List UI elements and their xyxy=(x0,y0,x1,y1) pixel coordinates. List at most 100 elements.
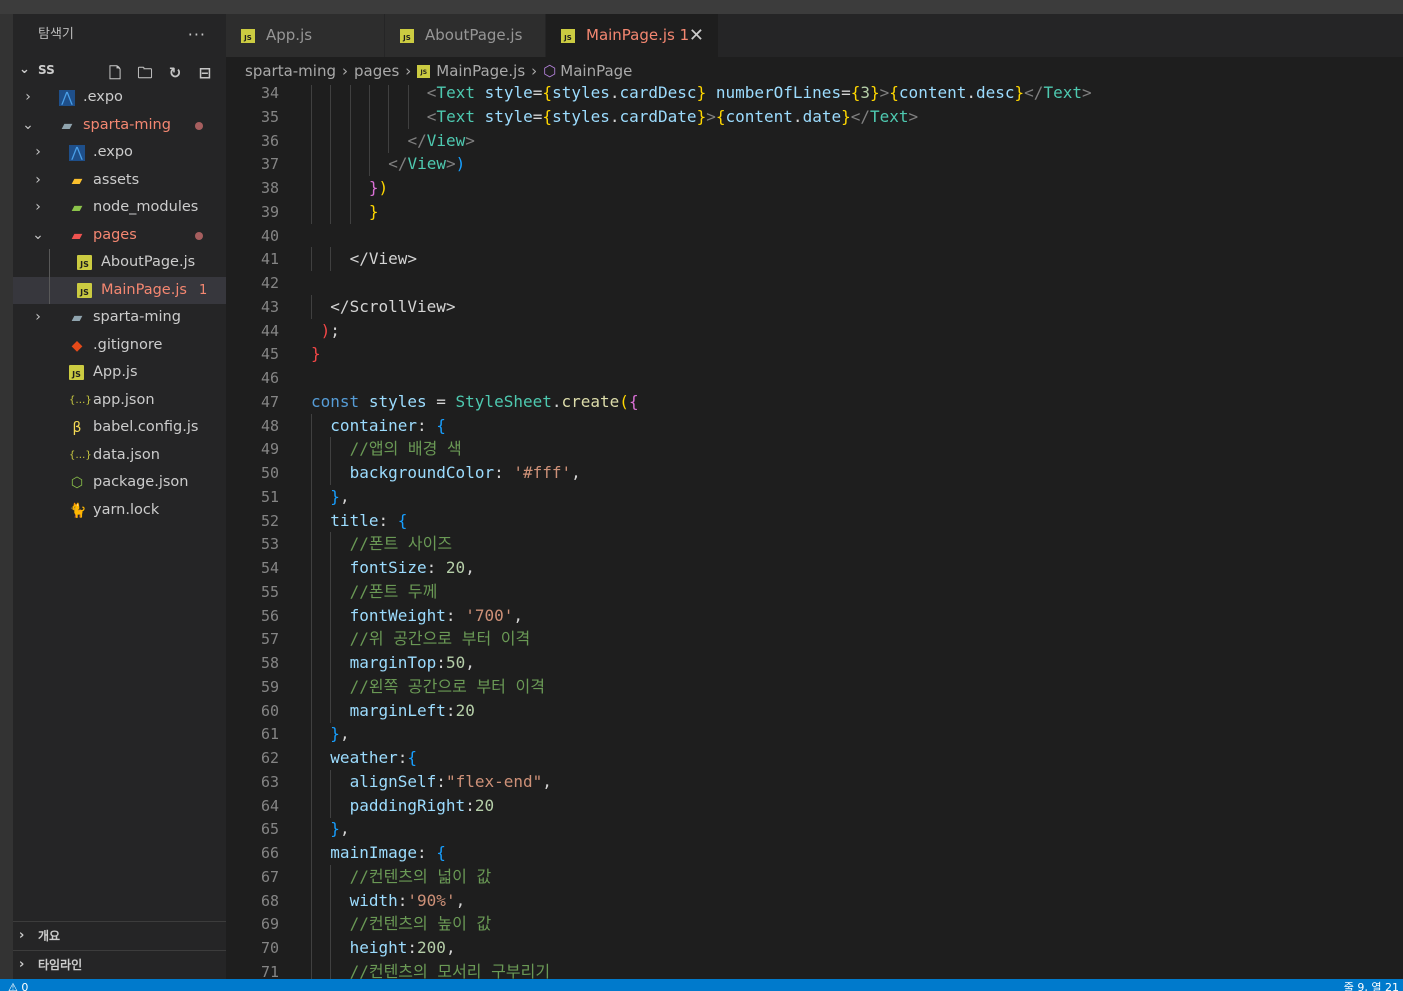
line-number: 52 xyxy=(260,511,279,530)
outline-section[interactable]: › 개요 xyxy=(13,921,226,950)
line-number: 67 xyxy=(260,867,279,886)
new-folder-icon[interactable]: 🗀 xyxy=(134,63,156,83)
tree-file-item[interactable]: JS AboutPage.js xyxy=(13,249,226,277)
chevron-right-icon: › xyxy=(342,62,348,80)
code-text: //위 공간으로 부터 이격 xyxy=(349,629,531,649)
indent-guide xyxy=(311,579,312,604)
tree-file-item[interactable]: ◆ .gitignore xyxy=(13,332,226,360)
breadcrumb-item[interactable]: sparta-ming xyxy=(245,57,336,85)
tree-item-label: AboutPage.js xyxy=(101,254,196,270)
tree-file-item[interactable]: JS App.js xyxy=(13,359,226,387)
tree-file-item[interactable]: JS MainPage.js 1 xyxy=(13,276,226,304)
code-editor[interactable]: 34 <Text style={styles.cardDesc} numberOf… xyxy=(226,85,1403,979)
breadcrumb-item[interactable]: pages xyxy=(354,57,399,85)
js-file-icon: JS xyxy=(561,29,575,43)
yarn-icon: 🐈 xyxy=(69,502,87,519)
tab-label: App.js xyxy=(266,26,313,44)
js-file-icon: JS xyxy=(400,29,414,43)
code-line: 36 </View> xyxy=(226,128,1403,153)
tree-item-label: yarn.lock xyxy=(93,501,160,518)
chevron-right-icon: › xyxy=(35,144,41,160)
activity-bar xyxy=(0,14,13,979)
tree-file-item[interactable]: 🐈 yarn.lock xyxy=(13,497,226,525)
code-text: width:'90%', xyxy=(349,890,466,910)
indent-guide xyxy=(349,176,351,200)
code-text: </ScrollView> xyxy=(330,296,456,316)
tab-mainpage-js[interactable]: JS MainPage.js 1 ✕ xyxy=(546,14,718,57)
babel-icon: β xyxy=(72,420,82,436)
code-text: fontSize: 20, xyxy=(349,558,475,577)
code-line: 52 title: { xyxy=(226,508,1403,533)
indent-guide xyxy=(311,532,312,557)
tab-app-js[interactable]: JS App.js xyxy=(226,14,384,57)
modified-dot xyxy=(195,231,203,240)
indent-guide xyxy=(349,199,351,224)
indent-guide xyxy=(330,247,332,272)
indent-guide xyxy=(330,959,332,979)
indent-guide xyxy=(330,437,332,462)
line-number: 45 xyxy=(260,345,279,364)
indent-guide xyxy=(330,128,332,153)
code-line: 45} xyxy=(226,342,1403,366)
new-file-icon[interactable]: 🗋 xyxy=(104,63,126,83)
indent-guide xyxy=(388,104,390,129)
code-line: 57 //위 공간으로 부터 이격 xyxy=(226,627,1403,652)
line-number: 48 xyxy=(260,416,279,435)
tree-file-item[interactable]: {…} app.json xyxy=(13,387,226,415)
chevron-right-icon: › xyxy=(35,171,41,188)
problem-badge: 1 xyxy=(679,26,690,44)
tab-label: MainPage.js 1 xyxy=(586,14,689,57)
tree-file-item[interactable]: β babel.config.js xyxy=(13,414,226,442)
tree-folder-item[interactable]: › ⋀ .expo xyxy=(13,84,226,112)
code-text: //앱의 배경 색 xyxy=(349,439,462,459)
indent-guide xyxy=(330,603,332,628)
tab-label: AboutPage.js xyxy=(425,26,523,44)
collapse-all-icon[interactable]: ⊟ xyxy=(194,63,216,83)
indent-guide xyxy=(311,461,312,485)
code-line: 64 paddingRight:20 xyxy=(226,793,1403,818)
code-line: 65}, xyxy=(226,817,1403,842)
tree-folder-item[interactable]: › ▰ assets xyxy=(13,167,226,195)
problems-status[interactable]: ⚠ 0 xyxy=(8,982,28,991)
code-line: 56 fontWeight: '700', xyxy=(226,603,1403,628)
tree-file-item[interactable]: {…} data.json xyxy=(13,442,226,470)
tree-folder-item[interactable]: › ▰ sparta-ming xyxy=(13,304,226,332)
tree-file-item[interactable]: ⬡ package.json xyxy=(13,469,226,497)
code-line: 42 xyxy=(226,271,1403,295)
code-text: fontWeight: '700', xyxy=(349,605,523,625)
line-number: 53 xyxy=(260,535,279,554)
code-text: <Text style={styles.cardDesc} numberOfLi… xyxy=(426,85,1092,102)
code-text: weather:{ xyxy=(330,748,418,767)
code-line: 49 //앱의 배경 색 xyxy=(226,437,1403,462)
explorer-sidebar: 탐색기 ··· ⌄ SS 🗋 🗀 ↻ ⊟ › ⋀ .expo ⌄ ▰ sparta-ming › ⋀… xyxy=(13,14,226,979)
line-number: 55 xyxy=(260,582,279,601)
indent-guide xyxy=(349,152,351,177)
code-line: 62 weather:{ xyxy=(226,746,1403,770)
tree-item-label: .expo xyxy=(93,144,133,160)
breadcrumb-item[interactable]: MainPage.js xyxy=(436,57,525,85)
indent-guide xyxy=(388,85,390,105)
tree-folder-item[interactable]: › ▰ node_modules xyxy=(13,194,226,222)
workspace-section[interactable]: ⌄ SS 🗋 🗀 ↻ ⊟ xyxy=(13,56,226,84)
indent-guide xyxy=(330,579,332,604)
line-number: 69 xyxy=(260,915,279,934)
tree-folder-item[interactable]: ⌄ ▰ sparta-ming xyxy=(13,112,226,140)
indent-guide xyxy=(330,864,332,889)
tree-folder-item[interactable]: › ⋀ .expo xyxy=(13,139,226,167)
tree-folder-item[interactable]: ⌄ ▰ pages xyxy=(13,222,226,250)
code-text: marginLeft:20 xyxy=(349,700,475,720)
more-actions-icon[interactable]: ··· xyxy=(188,14,206,56)
line-number: 62 xyxy=(260,749,279,767)
timeline-section[interactable]: › 타임라인 xyxy=(13,950,226,979)
refresh-icon[interactable]: ↻ xyxy=(164,63,186,83)
close-icon[interactable]: ✕ xyxy=(689,14,704,57)
tab-aboutpage-js[interactable]: JS AboutPage.js xyxy=(385,14,545,57)
breadcrumb-item[interactable]: MainPage xyxy=(560,57,632,85)
timeline-label: 타임라인 xyxy=(38,958,83,972)
code-text: title: { xyxy=(330,510,408,530)
indent-guide xyxy=(407,85,409,105)
indent-guide xyxy=(311,199,312,224)
js-file-icon: JS xyxy=(77,255,92,270)
breadcrumb: sparta-ming › pages › JS MainPage.js › ⬡ MainPag… xyxy=(226,57,1403,85)
cursor-position[interactable]: 줄 9, 열 21 xyxy=(1344,982,1399,991)
